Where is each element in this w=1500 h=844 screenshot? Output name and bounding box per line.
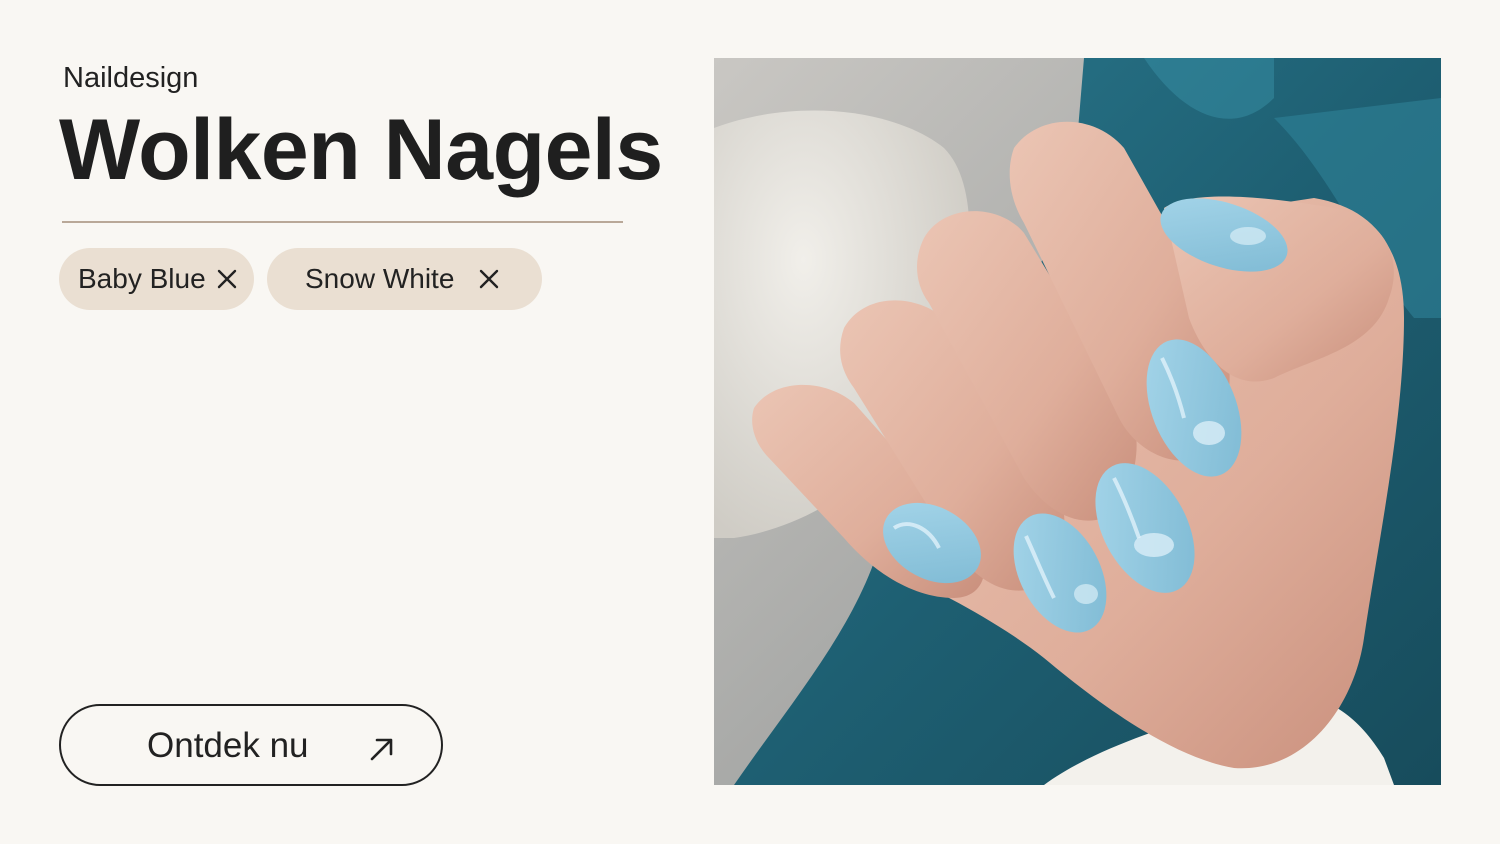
filter-chip-label: Baby Blue (78, 263, 206, 294)
nail-photo (714, 58, 1441, 785)
page-title: Wolken Nagels (59, 102, 663, 198)
close-icon[interactable] (214, 266, 240, 292)
filter-chip-label: Snow White (305, 263, 455, 294)
arrow-up-right-icon (370, 738, 393, 761)
filter-chip-snow-white[interactable]: Snow White (267, 248, 542, 310)
category-label: Naildesign (63, 62, 199, 94)
close-icon[interactable] (476, 266, 502, 292)
divider (62, 221, 623, 223)
filter-chip-baby-blue[interactable]: Baby Blue (59, 248, 254, 310)
discover-button-label: Ontdek nu (147, 726, 309, 765)
page: Naildesign Wolken Nagels Baby Blue Snow … (0, 0, 1500, 844)
discover-button[interactable]: Ontdek nu (59, 704, 443, 786)
